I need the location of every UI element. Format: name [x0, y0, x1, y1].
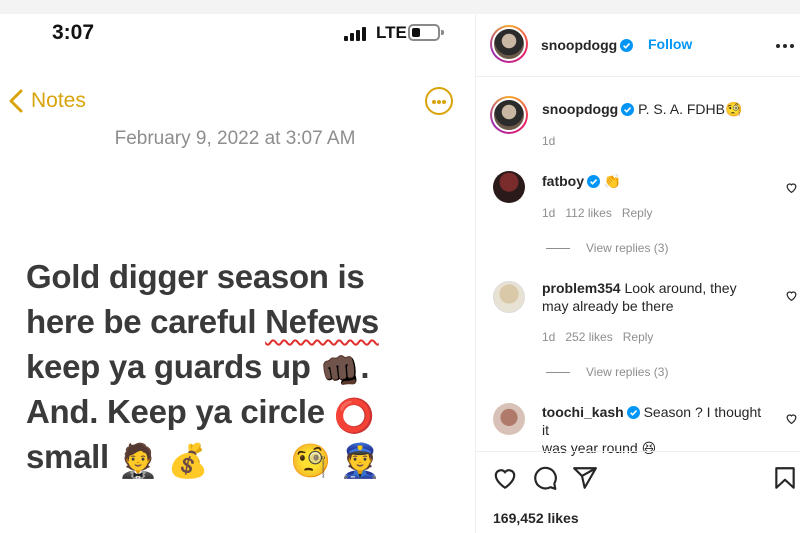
back-to-notes-link[interactable]: Notes	[31, 89, 86, 113]
comment-avatar[interactable]	[493, 281, 525, 313]
caption-text: P. S. A. FDHB	[638, 101, 725, 117]
signal-icon	[344, 27, 370, 41]
verified-badge-icon	[626, 406, 640, 419]
status-time: 3:07	[52, 21, 95, 44]
follow-button[interactable]: Follow	[648, 36, 692, 52]
comment-likes[interactable]: 112 likes	[565, 206, 611, 220]
heart-icon[interactable]	[492, 465, 518, 491]
share-icon[interactable]	[572, 465, 598, 491]
comment-meta: 1d 112 likes Reply	[542, 206, 663, 220]
note-line-1: Gold digger season is	[26, 258, 365, 295]
battery-icon	[408, 24, 444, 41]
police-emoji: 👮	[339, 442, 381, 479]
note-line-3: keep ya guards up 👊🏿.	[26, 344, 466, 389]
verified-badge-icon	[587, 175, 600, 188]
more-horizontal-icon[interactable]	[776, 44, 794, 48]
monocle-emoji: 🧐	[290, 442, 332, 479]
comment-age: 1d	[542, 330, 556, 344]
bookmark-icon[interactable]	[772, 465, 798, 491]
comment-avatar[interactable]	[493, 403, 525, 435]
instagram-sidebar: snoopdogg Follow snoopdogg P. S. A. FDHB…	[475, 14, 800, 533]
note-text: .	[360, 348, 370, 385]
note-text: And. Keep ya circle	[26, 393, 334, 430]
circle-emoji: ⭕	[333, 397, 375, 434]
note-line-2: here be careful Nefews	[26, 299, 466, 344]
comment-meta: 1d 252 likes Reply	[542, 330, 663, 344]
view-replies-button[interactable]: View replies (3)	[546, 365, 668, 379]
comment-icon[interactable]	[532, 465, 558, 491]
caption-emoji: 🧐	[724, 101, 743, 117]
comment-username[interactable]: problem354	[542, 280, 621, 296]
comment-text: Look around, they	[624, 280, 737, 296]
ellipsis-circle-icon[interactable]	[425, 87, 453, 115]
comment-age: 1d	[542, 206, 556, 220]
author-name-text[interactable]: snoopdogg	[541, 37, 617, 53]
misspelled-word: Nefews	[265, 303, 379, 340]
comment-fatboy: fatboy 👏	[542, 172, 772, 190]
comment-toochi-kash: toochi_kash Season ? I thought it was ye…	[542, 403, 772, 457]
note-text: here be careful	[26, 303, 266, 340]
top-gray-strip	[0, 0, 800, 14]
likes-count[interactable]: 169,452 likes	[493, 510, 579, 526]
money-bag-emoji: 💰	[167, 442, 209, 479]
fist-emoji: 👊🏿	[319, 352, 361, 389]
post-header: snoopdogg Follow	[476, 14, 800, 77]
comment-text: 👏	[603, 173, 622, 189]
note-text: keep ya guards up	[26, 348, 320, 385]
note-text: small	[26, 438, 118, 475]
chevron-left-icon[interactable]	[6, 88, 28, 114]
heart-icon[interactable]	[785, 412, 798, 425]
note-line-5: small 🤵 💰 🧐 👮	[26, 434, 466, 479]
heart-icon[interactable]	[785, 289, 798, 302]
author-username[interactable]: snoopdogg	[541, 37, 634, 53]
reply-button[interactable]: Reply	[622, 206, 653, 220]
verified-badge-icon	[621, 103, 635, 116]
comment-username[interactable]: toochi_kash	[542, 404, 624, 420]
comment-problem354: problem354 Look around, they may already…	[542, 279, 772, 315]
view-replies-button[interactable]: View replies (3)	[546, 241, 668, 255]
author-avatar[interactable]	[490, 25, 528, 63]
note-body: Gold digger season is here be careful Ne…	[26, 254, 466, 479]
caption-avatar[interactable]	[490, 96, 528, 134]
note-date: February 9, 2022 at 3:07 AM	[114, 128, 356, 149]
post-actions: 169,452 likes	[476, 451, 800, 533]
reply-button[interactable]: Reply	[623, 330, 654, 344]
verified-badge-icon	[620, 39, 634, 52]
caption-username[interactable]: snoopdogg	[542, 101, 618, 117]
comment-likes[interactable]: 252 likes	[565, 330, 612, 344]
caption: snoopdogg P. S. A. FDHB🧐	[542, 100, 782, 118]
tuxedo-emoji: 🤵	[117, 442, 159, 479]
comment-text: may already be there	[542, 298, 674, 314]
comment-avatar[interactable]	[493, 171, 525, 203]
caption-age: 1d	[542, 134, 556, 148]
heart-icon[interactable]	[785, 181, 798, 194]
comment-username[interactable]: fatboy	[542, 173, 584, 189]
network-label: LTE	[376, 23, 407, 42]
note-line-4: And. Keep ya circle ⭕	[26, 389, 466, 434]
